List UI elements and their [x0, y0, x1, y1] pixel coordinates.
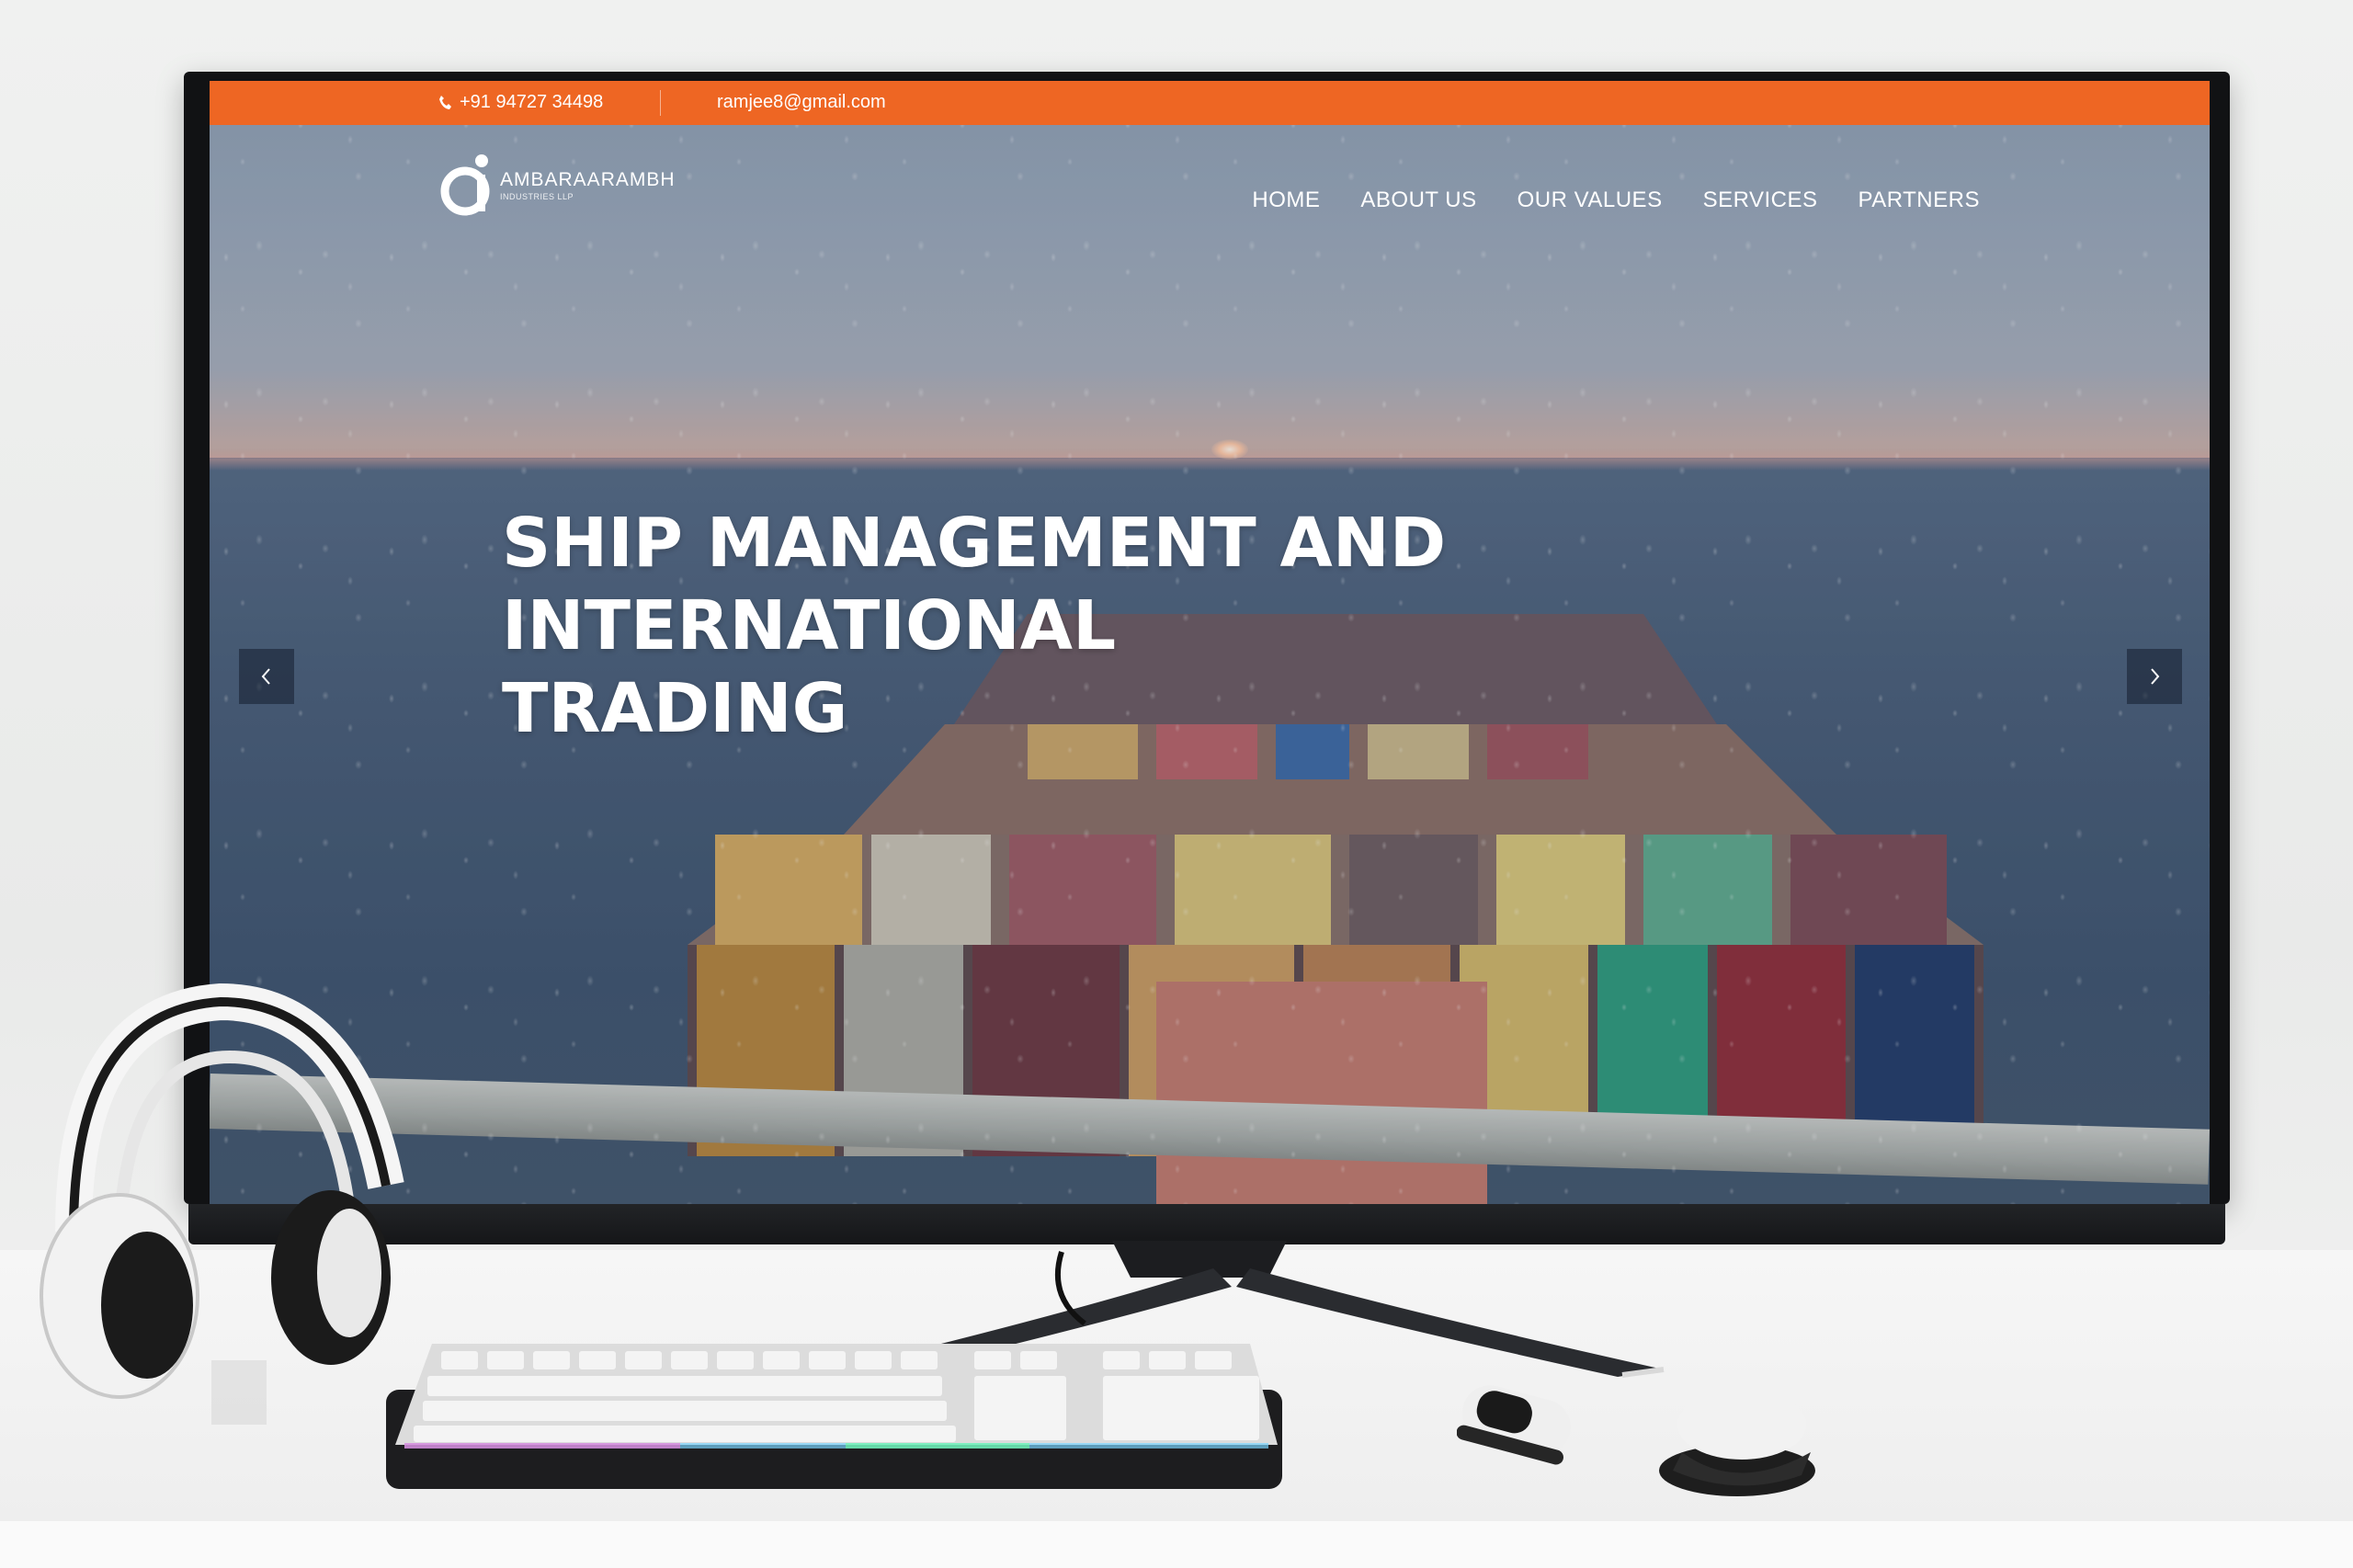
photo-scene: +91 94727 34498 ramjee8@gmail.com AMBARA…	[0, 0, 2353, 1568]
contact-topbar: +91 94727 34498 ramjee8@gmail.com	[210, 81, 2210, 125]
nav-services[interactable]: SERVICES	[1703, 187, 1818, 213]
main-nav: HOME ABOUT US OUR VALUES SERVICES PARTNE…	[1252, 187, 1980, 213]
brand-subtitle: INDUSTRIES LLP	[500, 192, 574, 201]
computer-mouse	[1659, 1390, 1815, 1496]
headphones	[40, 983, 404, 1425]
phone-number[interactable]: +91 94727 34498	[460, 92, 603, 113]
brand-name: AMBARAARAMBH	[500, 169, 676, 190]
brand-logo[interactable]: AMBARAARAMBH INDUSTRIES LLP	[438, 153, 676, 219]
hero-heading-line-3: TRADING	[502, 669, 848, 748]
nav-about-us[interactable]: ABOUT US	[1360, 187, 1476, 213]
phone-icon	[439, 95, 451, 109]
chevron-right-icon	[2151, 668, 2160, 685]
topbar-divider	[660, 90, 661, 116]
nav-partners[interactable]: PARTNERS	[1859, 187, 1980, 213]
chevron-left-icon	[261, 668, 270, 685]
hero-heading: SHIP MANAGEMENT AND INTERNATIONAL TRADIN…	[502, 502, 1550, 750]
desk-edge	[0, 1521, 2353, 1568]
topbar-email[interactable]: ramjee8@gmail.com	[717, 92, 886, 113]
brand-logo-icon	[440, 154, 490, 216]
nav-home[interactable]: HOME	[1252, 187, 1320, 213]
hero-heading-line-1: SHIP MANAGEMENT AND	[502, 504, 1447, 583]
keyboard	[386, 1344, 1282, 1489]
nav-our-values[interactable]: OUR VALUES	[1518, 187, 1663, 213]
monitor-chin	[188, 1204, 2225, 1244]
topbar-phone[interactable]: +91 94727 34498	[438, 92, 603, 113]
slider-next-button[interactable]	[2127, 649, 2182, 704]
slider-prev-button[interactable]	[239, 649, 294, 704]
hero-heading-line-2: INTERNATIONAL	[502, 586, 1117, 665]
tv-remote	[1457, 1385, 1571, 1465]
website-screen: +91 94727 34498 ramjee8@gmail.com AMBARA…	[210, 81, 2210, 1204]
